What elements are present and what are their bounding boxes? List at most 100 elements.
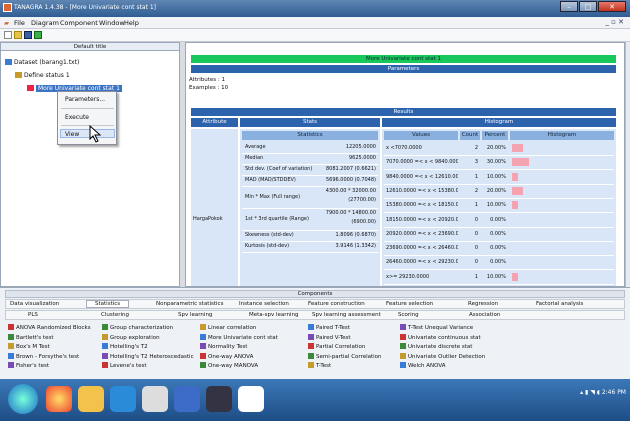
tab-pls[interactable]: PLS: [28, 312, 38, 318]
tab-nonparametric-statistics[interactable]: Nonparametric statistics: [156, 301, 223, 307]
component-item[interactable]: Univariate continuous stat: [400, 333, 481, 341]
component-item[interactable]: Partial Correlation: [308, 343, 365, 350]
component-item[interactable]: Hotelling's T2 Heteroscedastic: [102, 352, 194, 360]
hist-count: 1: [474, 202, 478, 209]
component-item[interactable]: Group exploration: [102, 333, 160, 341]
component-item[interactable]: Hotelling's T2: [102, 343, 148, 350]
component-item[interactable]: Welch ANOVA: [400, 362, 446, 369]
component-label: Univariate discrete stat: [408, 344, 473, 350]
tab-spv-learning[interactable]: Spv learning: [178, 312, 212, 318]
context-menu-separator: [61, 108, 114, 109]
component-item[interactable]: One-way ANOVA: [200, 352, 253, 360]
tab-factorial-analysis[interactable]: Factorial analysis: [536, 301, 583, 307]
component-item[interactable]: Paired T-Test: [308, 324, 350, 331]
component-item[interactable]: T-Test: [308, 362, 331, 369]
vertical-scrollbar[interactable]: [625, 42, 630, 287]
tray-icons[interactable]: ▴ ▮ ◥ ◖: [580, 389, 602, 396]
component-item[interactable]: One-way MANOVA: [200, 362, 258, 369]
component-item[interactable]: More Univariate cont stat: [200, 333, 278, 341]
hist-percent: 10.00%: [486, 273, 506, 280]
component-item[interactable]: Univariate discrete stat: [400, 343, 472, 350]
word-icon[interactable]: [174, 386, 200, 412]
col-attribute: Attribute: [191, 118, 238, 127]
tab-meta-spv-learning[interactable]: Meta-spv learning: [249, 312, 298, 318]
component-item[interactable]: Paired V-Test: [308, 333, 351, 341]
component-item[interactable]: Semi-partial Correlation: [308, 352, 382, 360]
component-item[interactable]: Brown - Forsythe's test: [8, 352, 79, 360]
component-icon: [308, 362, 314, 368]
media-player-icon[interactable]: [110, 386, 136, 412]
menu-diagram[interactable]: Diagram: [31, 19, 59, 27]
paint-icon[interactable]: [142, 386, 168, 412]
app-icon-misc[interactable]: [206, 386, 232, 412]
component-item[interactable]: Group characterization: [102, 324, 173, 331]
row-divider: [384, 226, 614, 228]
component-label: Univariate continuous stat: [408, 334, 481, 341]
component-item[interactable]: Box's M Test: [8, 343, 50, 350]
hist-bar: [512, 172, 518, 181]
hist-percent: 20.00%: [486, 145, 506, 151]
close-button[interactable]: ✕: [598, 1, 626, 12]
context-menu-parameters[interactable]: Parameters...: [65, 96, 105, 103]
menu-window[interactable]: Window: [99, 19, 125, 27]
component-item[interactable]: Levene's test: [102, 362, 147, 369]
tab-feature-selection[interactable]: Feature selection: [386, 301, 433, 307]
component-item[interactable]: Linear correlation: [200, 324, 256, 331]
hist-percent: 0.00%: [490, 230, 506, 237]
menu-file[interactable]: File: [14, 19, 25, 27]
row-divider: [384, 155, 614, 156]
component-icon: [8, 343, 14, 349]
add-component-icon[interactable]: [34, 31, 42, 39]
component-item[interactable]: Univariate Outlier Detection: [400, 352, 486, 360]
component-icon: [308, 343, 314, 349]
component-item[interactable]: T-Test Unequal Variance: [400, 324, 473, 331]
new-file-icon[interactable]: [4, 31, 12, 39]
tab-spv-learning-assessment[interactable]: Spv learning assessment: [312, 312, 381, 318]
menu-help[interactable]: Help: [124, 19, 139, 27]
component-icon: [308, 324, 314, 330]
folder-icon[interactable]: [78, 386, 104, 412]
stat-label: MAD (MAD/STDDEV): [245, 177, 296, 183]
tanagra-taskbar-icon[interactable]: [238, 386, 264, 412]
row-divider: [242, 208, 378, 209]
palette-header: Components: [5, 290, 625, 298]
component-label: Univariate Outlier Detection: [408, 353, 486, 360]
count-header: Count: [460, 131, 480, 140]
app-menu-icon[interactable]: ▰: [4, 19, 9, 27]
hist-bar: [512, 186, 523, 195]
row-divider: [242, 175, 378, 176]
stat-label: Median: [245, 155, 264, 161]
start-button[interactable]: [8, 384, 38, 414]
context-menu-view[interactable]: View: [65, 131, 79, 138]
component-label: Paired V-Test: [316, 334, 351, 341]
diagram-tree-pane: Default title Dataset (barang1.txt) Defi…: [0, 42, 180, 287]
component-item[interactable]: ANOVA Randomized Blocks: [8, 324, 91, 331]
tab-scoring[interactable]: Scoring: [398, 312, 419, 318]
menu-component[interactable]: Component: [60, 19, 98, 27]
tab-association[interactable]: Association: [469, 312, 500, 318]
stat-label: Average: [245, 144, 266, 150]
clock[interactable]: 2:46 PM: [602, 389, 626, 396]
component-item[interactable]: Normality Test: [200, 343, 247, 350]
tab-statistics[interactable]: Statistics: [86, 300, 130, 308]
tree-item-dataset[interactable]: Dataset (barang1.txt): [5, 59, 79, 66]
component-item[interactable]: Bartlett's test: [8, 333, 53, 341]
tab-data-visualization[interactable]: Data visualization: [10, 301, 59, 307]
percent-header: Percent: [482, 131, 508, 140]
chrome-icon[interactable]: [46, 386, 72, 412]
tab-regression[interactable]: Regression: [468, 301, 498, 307]
hist-range: 23690.0000 =< x < 26460.0000: [386, 245, 458, 252]
context-menu-execute[interactable]: Execute: [65, 114, 89, 121]
tab-feature-construction[interactable]: Feature construction: [308, 301, 365, 307]
row-divider: [242, 153, 378, 154]
save-icon[interactable]: [24, 31, 32, 39]
maximize-button[interactable]: □: [579, 1, 597, 12]
component-icon: [102, 343, 108, 349]
tab-instance-selection[interactable]: Instance selection: [239, 301, 289, 307]
tree-item-define-status[interactable]: Define status 1: [15, 72, 70, 79]
mdi-controls[interactable]: _ ▫ ✕: [605, 18, 624, 26]
component-item[interactable]: Fisher's test: [8, 362, 49, 369]
minimize-button[interactable]: –: [560, 1, 578, 12]
tab-clustering[interactable]: Clustering: [101, 312, 129, 318]
open-folder-icon[interactable]: [14, 31, 22, 39]
